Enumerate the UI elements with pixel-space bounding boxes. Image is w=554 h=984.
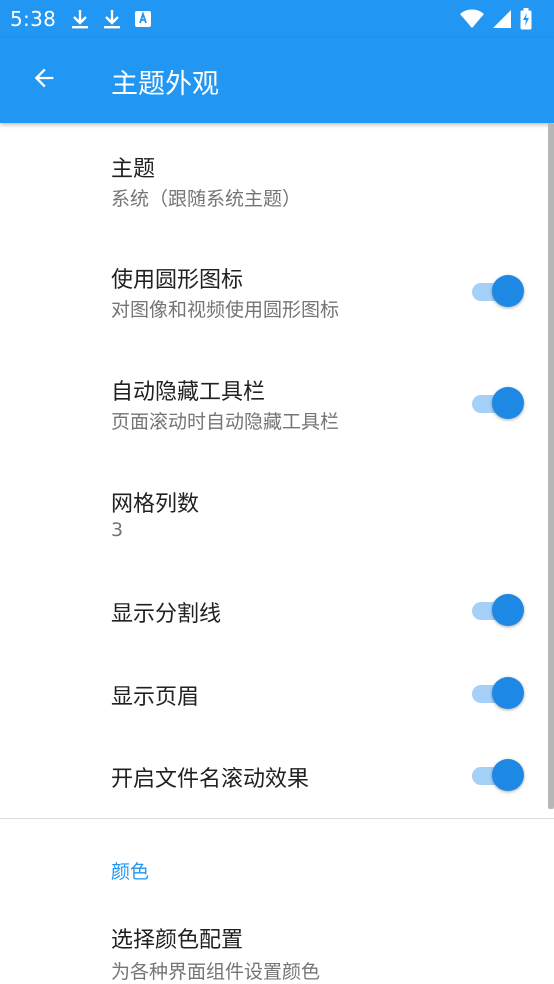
pref-circular-icons[interactable]: 使用圆形图标 对图像和视频使用圆形图标 xyxy=(0,233,548,345)
auto-hide-toolbar-switch[interactable] xyxy=(470,386,524,420)
switch-thumb xyxy=(492,677,524,709)
download-icon xyxy=(70,8,90,30)
notification-icons xyxy=(70,8,152,30)
switch-thumb xyxy=(492,275,524,307)
settings-list: 主题 系统（跟随系统主题） 使用圆形图标 对图像和视频使用圆形图标 自动隐藏工具… xyxy=(0,123,554,984)
pref-title: 显示分割线 xyxy=(111,602,222,627)
system-icons xyxy=(460,8,532,30)
pref-title: 自动隐藏工具栏 xyxy=(111,380,266,405)
pref-color-scheme[interactable]: 选择颜色配置 为各种界面组件设置颜色 xyxy=(0,903,548,984)
pref-title: 主题 xyxy=(111,157,156,182)
circular-icons-switch[interactable] xyxy=(470,274,524,308)
section-divider xyxy=(0,818,554,819)
status-bar: 5:38 xyxy=(0,0,554,38)
wifi-icon xyxy=(460,9,484,29)
section-header-colors: 颜色 xyxy=(111,861,150,883)
pref-summary: 系统（跟随系统主题） xyxy=(111,188,302,210)
show-dividers-switch[interactable] xyxy=(470,593,524,627)
scrollbar[interactable] xyxy=(548,123,554,809)
pref-show-dividers[interactable]: 显示分割线 xyxy=(0,569,548,651)
switch-thumb xyxy=(492,387,524,419)
arrow-left-icon xyxy=(30,64,58,96)
pref-summary: 页面滚动时自动隐藏工具栏 xyxy=(111,411,340,433)
filename-marquee-switch[interactable] xyxy=(470,758,524,792)
show-header-switch[interactable] xyxy=(470,676,524,710)
app-bar: 主题外观 xyxy=(0,38,554,123)
pref-grid-columns[interactable]: 网格列数 3 xyxy=(0,457,548,569)
switch-thumb xyxy=(492,594,524,626)
status-time: 5:38 xyxy=(10,7,57,31)
switch-thumb xyxy=(492,759,524,791)
pref-filename-marquee[interactable]: 开启文件名滚动效果 xyxy=(0,733,548,817)
translate-icon xyxy=(134,9,152,29)
pref-title: 开启文件名滚动效果 xyxy=(111,767,310,792)
battery-charging-icon xyxy=(520,8,532,30)
pref-title: 显示页眉 xyxy=(111,685,200,710)
pref-theme[interactable]: 主题 系统（跟随系统主题） xyxy=(0,123,548,233)
pref-title: 选择颜色配置 xyxy=(111,928,244,953)
pref-title: 网格列数 xyxy=(111,492,200,517)
pref-show-header[interactable]: 显示页眉 xyxy=(0,651,548,733)
download-icon xyxy=(102,8,122,30)
signal-icon xyxy=(492,9,512,29)
pref-auto-hide-toolbar[interactable]: 自动隐藏工具栏 页面滚动时自动隐藏工具栏 xyxy=(0,345,548,457)
pref-summary: 为各种界面组件设置颜色 xyxy=(111,961,321,983)
pref-summary: 3 xyxy=(111,519,124,541)
pref-summary: 对图像和视频使用圆形图标 xyxy=(111,299,340,321)
page-title: 主题外观 xyxy=(111,69,219,100)
pref-title: 使用圆形图标 xyxy=(111,268,244,293)
back-button[interactable] xyxy=(22,58,66,102)
